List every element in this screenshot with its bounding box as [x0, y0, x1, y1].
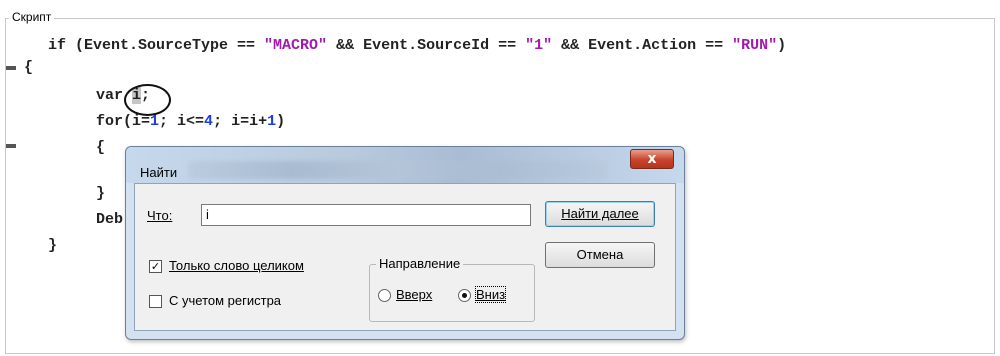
code-line-5: { — [96, 139, 106, 156]
fold-collapse-icon[interactable] — [6, 66, 16, 70]
find-next-button[interactable]: Найти далее — [545, 201, 655, 227]
direction-group: Направление Вверх Вниз — [369, 256, 535, 322]
blurred-background — [188, 161, 608, 179]
dialog-body: Что: i Найти далее Отмена ✓ Только слово… — [134, 183, 676, 331]
direction-up-label[interactable]: Вверх — [396, 287, 432, 302]
direction-legend: Направление — [376, 256, 464, 271]
highlight-circle — [124, 84, 171, 116]
code-line-6: } — [96, 185, 106, 202]
whole-word-label[interactable]: Только слово целиком — [169, 258, 304, 273]
direction-down-radio[interactable] — [458, 289, 471, 302]
code-line-4: for(i=1; i<=4; i=i+1) — [96, 113, 286, 130]
radio-selected-dot — [462, 293, 467, 298]
code-line-7: Deb — [96, 211, 124, 228]
match-case-checkbox[interactable] — [149, 295, 162, 308]
match-case-label[interactable]: С учетом регистра — [169, 293, 281, 308]
find-input[interactable]: i — [201, 204, 531, 226]
dialog-titlebar[interactable]: Найти x — [126, 147, 684, 183]
direction-up-radio[interactable] — [378, 289, 391, 302]
code-line-8: } — [48, 237, 58, 254]
code-line-1: if (Event.SourceType == "MACRO" && Event… — [48, 37, 787, 54]
find-dialog: Найти x Что: i Найти далее Отмена ✓ Толь… — [125, 146, 685, 340]
close-button[interactable]: x — [630, 149, 674, 169]
code-line-2: { — [24, 59, 34, 76]
direction-down-label[interactable]: Вниз — [474, 286, 507, 303]
cancel-button[interactable]: Отмена — [545, 242, 655, 268]
dialog-title: Найти — [140, 165, 178, 180]
find-what-label: Что: — [147, 208, 173, 223]
whole-word-checkbox[interactable]: ✓ — [149, 260, 162, 273]
script-groupbox-title: Скрипт — [9, 10, 55, 24]
fold-collapse-icon[interactable] — [6, 144, 16, 148]
